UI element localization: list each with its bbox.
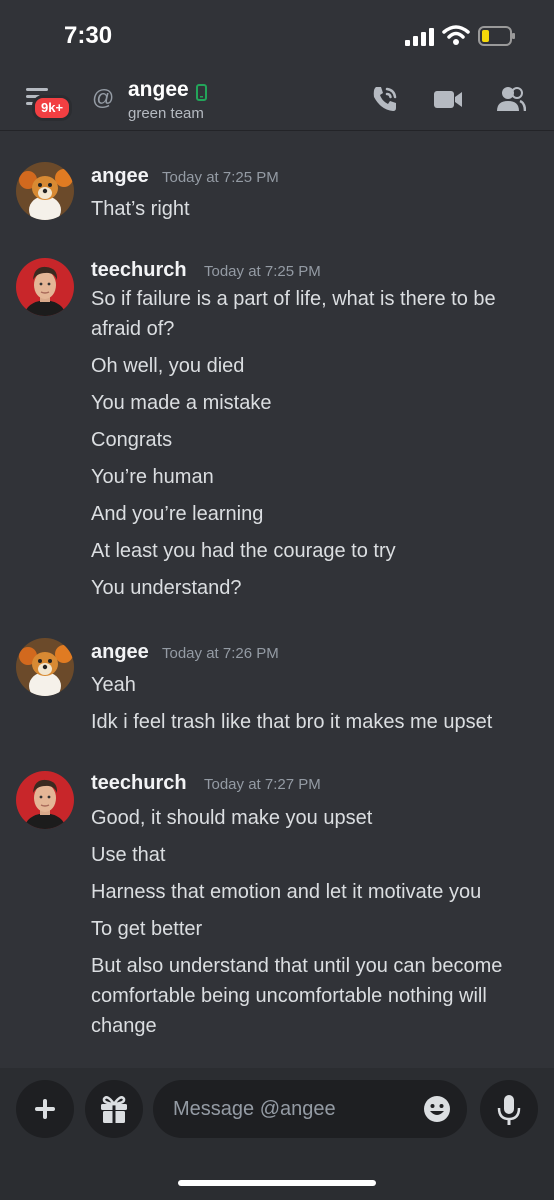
member-list-icon[interactable] xyxy=(496,84,526,114)
dog-avatar[interactable] xyxy=(16,638,74,696)
dog-avatar[interactable] xyxy=(16,162,74,220)
message-text: Idk i feel trash like that bro it makes … xyxy=(91,711,493,733)
username[interactable]: teechurch xyxy=(91,259,187,282)
message-text: You made a mistake xyxy=(91,392,272,414)
battery-icon xyxy=(478,26,515,46)
message-text: And you’re learning xyxy=(91,503,264,525)
video-call-icon[interactable] xyxy=(433,84,463,114)
at-sign-icon: @ xyxy=(92,85,115,110)
wifi-icon xyxy=(442,25,470,45)
message-text: Harness that emotion and let it motivate… xyxy=(91,881,482,903)
dm-recipient-name[interactable]: angee xyxy=(128,78,189,102)
status-bar: 7:30 xyxy=(0,0,554,70)
message-text: So if failure is a part of life, what is… xyxy=(91,288,496,340)
message-text: Oh well, you died xyxy=(91,355,245,377)
man-avatar[interactable] xyxy=(16,258,74,316)
custom-status: green team xyxy=(128,105,204,122)
message-input-placeholder: Message @angee xyxy=(173,1098,336,1120)
message-text: That’s right xyxy=(91,198,190,220)
add-attachment-button[interactable] xyxy=(16,1080,74,1138)
username[interactable]: teechurch xyxy=(91,772,187,795)
voice-message-button[interactable] xyxy=(480,1080,538,1138)
gift-button[interactable] xyxy=(85,1080,143,1138)
voice-call-icon[interactable] xyxy=(370,84,400,114)
message-text: Good, it should make you upset xyxy=(91,807,373,829)
message-text: At least you had the courage to try xyxy=(91,540,396,562)
message-timestamp: Today at 7:25 PM xyxy=(204,263,321,280)
mobile-online-icon xyxy=(196,84,207,101)
status-time: 7:30 xyxy=(64,22,113,49)
message-text: To get better xyxy=(91,918,203,940)
message-text: Congrats xyxy=(91,429,173,451)
username[interactable]: angee xyxy=(91,165,149,188)
message-text: You’re human xyxy=(91,466,214,488)
channel-header: 9k+ @ angee green team xyxy=(0,70,554,131)
message-timestamp: Today at 7:27 PM xyxy=(204,776,321,793)
plus-icon xyxy=(35,1099,55,1119)
message-timestamp: Today at 7:26 PM xyxy=(162,645,279,662)
notification-badge: 9k+ xyxy=(32,95,73,121)
microphone-icon xyxy=(497,1095,521,1125)
emoji-icon[interactable] xyxy=(423,1095,451,1123)
message-text: But also understand that until you can b… xyxy=(91,955,503,1037)
man-avatar[interactable] xyxy=(16,771,74,829)
message-text: Use that xyxy=(91,844,166,866)
username[interactable]: angee xyxy=(91,641,149,664)
gift-icon xyxy=(101,1096,127,1123)
message-text: Yeah xyxy=(91,674,136,696)
home-indicator[interactable] xyxy=(178,1180,376,1186)
cellular-signal-icon xyxy=(405,28,434,46)
message-timestamp: Today at 7:25 PM xyxy=(162,169,279,186)
message-text: You understand? xyxy=(91,577,242,599)
message-input[interactable]: Message @angee xyxy=(153,1080,467,1138)
